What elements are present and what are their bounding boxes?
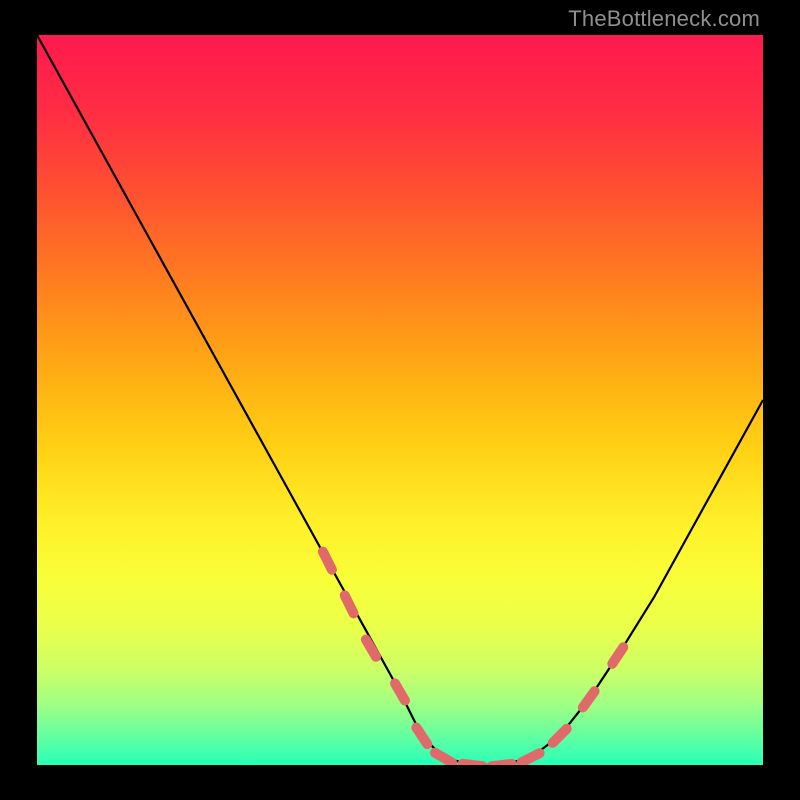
marker-layer — [323, 552, 623, 765]
highlight-marker — [583, 691, 595, 707]
highlight-marker — [553, 729, 567, 743]
chart-frame: TheBottleneck.com — [0, 0, 800, 800]
highlight-marker — [345, 595, 354, 613]
highlight-marker — [522, 753, 540, 762]
chart-svg — [37, 35, 763, 765]
highlight-marker — [492, 764, 512, 765]
highlight-marker — [416, 728, 427, 745]
bottleneck-curve — [37, 35, 763, 765]
highlight-marker — [463, 764, 483, 765]
highlight-marker — [395, 683, 405, 700]
highlight-marker — [366, 640, 376, 657]
watermark-text: TheBottleneck.com — [568, 6, 760, 32]
highlight-marker — [323, 552, 332, 570]
highlight-marker — [435, 753, 452, 763]
highlight-marker — [612, 647, 623, 664]
